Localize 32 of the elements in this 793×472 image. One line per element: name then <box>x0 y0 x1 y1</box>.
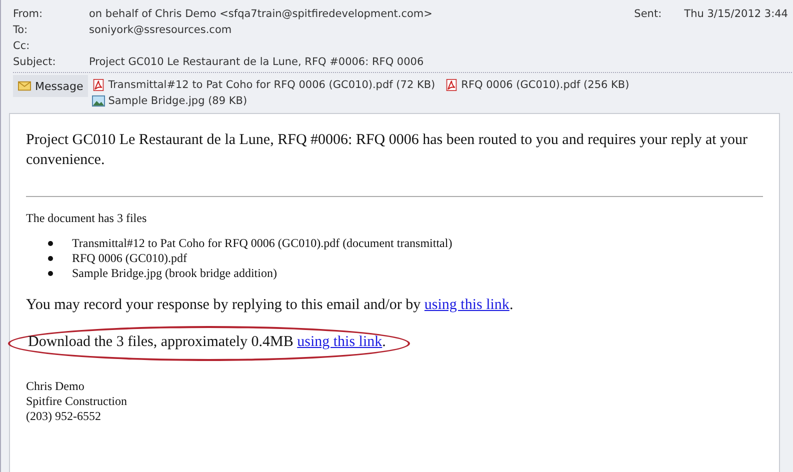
attachment-link[interactable]: Sample Bridge.jpg (89 KB) <box>92 95 248 107</box>
field-value: soniyork@ssresources.com <box>89 24 232 36</box>
signature-line: Chris Demo <box>26 379 86 394</box>
field-label: Subject: <box>13 56 57 68</box>
field-value: Project GC010 Le Restaurant de la Lune, RFQ #0006: RFQ 0006 <box>89 56 424 68</box>
message-tab[interactable]: Message <box>13 75 88 97</box>
field-value: on behalf of Chris Demo <sfqa7train@spitfiredevelopment.com> <box>89 8 432 20</box>
field-label: Cc: <box>13 40 31 52</box>
field-label: To: <box>13 24 29 36</box>
file-item: Transmittal#12 to Pat Coho for RFQ 0006 (GC010).pdf (document transmittal) <box>72 236 452 251</box>
intro-text: Project GC010 Le Restaurant de la Lune, RFQ #0006: RFQ 0006 has been routed to you and requires your reply at your convenience. <box>26 131 749 170</box>
bullet-icon <box>48 256 53 261</box>
field-value: Thu 3/15/2012 3:44 <box>684 8 788 20</box>
pdf-icon <box>92 79 106 91</box>
link[interactable]: using this link <box>424 297 510 313</box>
body-text: Download the 3 files, approximately 0.4MB using this link. <box>28 334 386 351</box>
body-text: You may record your response by replying to this email and/or by using this link. <box>26 297 514 314</box>
file-item: RFQ 0006 (GC010).pdf <box>72 251 188 266</box>
envelope-icon <box>18 80 31 92</box>
bullet-icon <box>48 241 53 246</box>
attachment-link[interactable]: Transmittal#12 to Pat Coho for RFQ 0006 (GC010).pdf (72 KB) <box>92 79 436 91</box>
pdf-icon <box>445 79 458 91</box>
link[interactable]: using this link <box>297 334 382 350</box>
image-file-icon <box>92 95 106 107</box>
file-item: Sample Bridge.jpg (brook bridge addition) <box>72 266 277 281</box>
signature-line: Spitfire Construction <box>26 394 128 409</box>
bullet-icon <box>48 271 53 276</box>
field-label: Sent: <box>634 8 663 20</box>
signature-line: (203) 952-6552 <box>26 409 102 424</box>
files-heading: The document has 3 files <box>26 211 148 226</box>
field-label: From: <box>13 8 44 20</box>
attachment-link[interactable]: RFQ 0006 (GC010).pdf (256 KB) <box>445 79 630 91</box>
